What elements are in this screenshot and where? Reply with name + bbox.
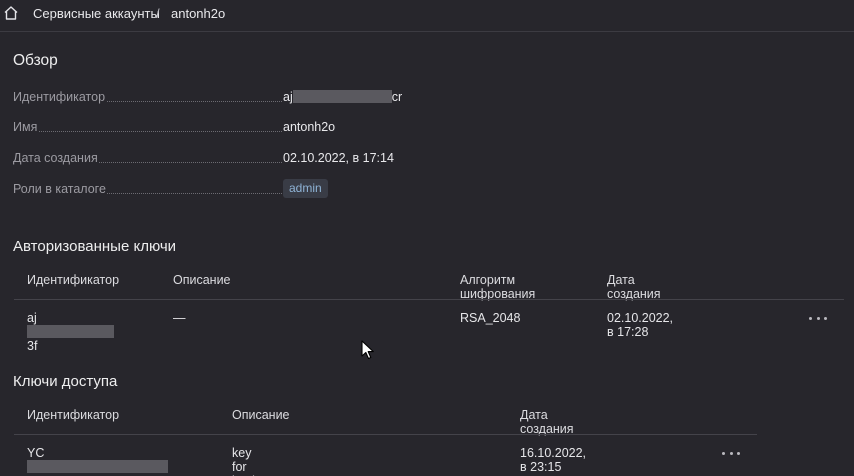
masked-redaction (27, 325, 114, 338)
overview-row-roles: Роли в каталоге admin (13, 179, 433, 198)
authorized-key-description: — (173, 311, 186, 325)
role-badge-admin: admin (283, 179, 328, 198)
id-prefix: aj (27, 311, 37, 325)
dotted-leader (99, 101, 282, 102)
column-header-id: Идентификатор (27, 273, 120, 287)
overview-row-name: Имя antonh2o (13, 120, 433, 136)
table-divider (14, 434, 757, 435)
service-account-name-value: antonh2o (283, 120, 336, 134)
more-horizontal-icon[interactable] (722, 448, 740, 458)
breadcrumb-separator: / (156, 6, 160, 21)
id-prefix: YC (27, 446, 45, 460)
column-header-id: Идентификатор (27, 408, 120, 422)
column-header-created: Дата создания (607, 273, 661, 301)
dotted-leader (39, 131, 282, 132)
authorized-key-created: 02.10.2022, в 17:28 (607, 311, 674, 339)
breadcrumb: Сервисные аккаунты / antonh2o (0, 0, 854, 32)
breadcrumb-current: antonh2o (171, 6, 226, 21)
service-account-id-value: aj cr (283, 90, 402, 104)
access-key-created: 16.10.2022, в 23:15 (520, 446, 587, 474)
overview-row-created: Дата создания 02.10.2022, в 17:14 (13, 151, 433, 167)
id-prefix: aj (283, 90, 293, 104)
access-key-description: key for bucket (232, 446, 269, 476)
more-horizontal-icon[interactable] (809, 313, 827, 323)
column-header-algorithm: Алгоритм шифрования (460, 273, 536, 301)
overview-label: Роли в каталоге (13, 182, 107, 196)
authorized-key-algorithm: RSA_2048 (460, 311, 521, 325)
access-key-id: YCUH (27, 446, 168, 476)
dotted-leader (95, 162, 282, 163)
masked-redaction (27, 460, 168, 473)
breadcrumb-service-accounts-link[interactable]: Сервисные аккаунты (33, 6, 160, 21)
access-keys-title: Ключи доступа (13, 373, 118, 390)
dotted-leader (101, 193, 282, 194)
masked-redaction (292, 90, 392, 103)
column-header-description: Описание (173, 273, 231, 287)
page: Сервисные аккаунты / antonh2o Обзор Иден… (0, 0, 854, 476)
id-suffix: cr (391, 90, 403, 104)
home-icon[interactable] (3, 5, 19, 21)
mouse-pointer-icon (361, 340, 374, 360)
authorized-key-id: aj 3f (27, 311, 114, 353)
overview-label: Дата создания (13, 151, 99, 165)
id-suffix: 3f (27, 339, 38, 353)
table-divider (14, 299, 844, 300)
overview-title: Обзор (13, 52, 58, 69)
column-header-created: Дата создания (520, 408, 574, 436)
authorized-keys-title: Авторизованные ключи (13, 238, 177, 255)
overview-label: Идентификатор (13, 90, 107, 104)
column-header-description: Описание (232, 408, 290, 422)
overview-label: Имя (13, 120, 39, 134)
created-date-value: 02.10.2022, в 17:14 (283, 151, 394, 165)
overview-row-id: Идентификатор aj cr (13, 90, 433, 106)
